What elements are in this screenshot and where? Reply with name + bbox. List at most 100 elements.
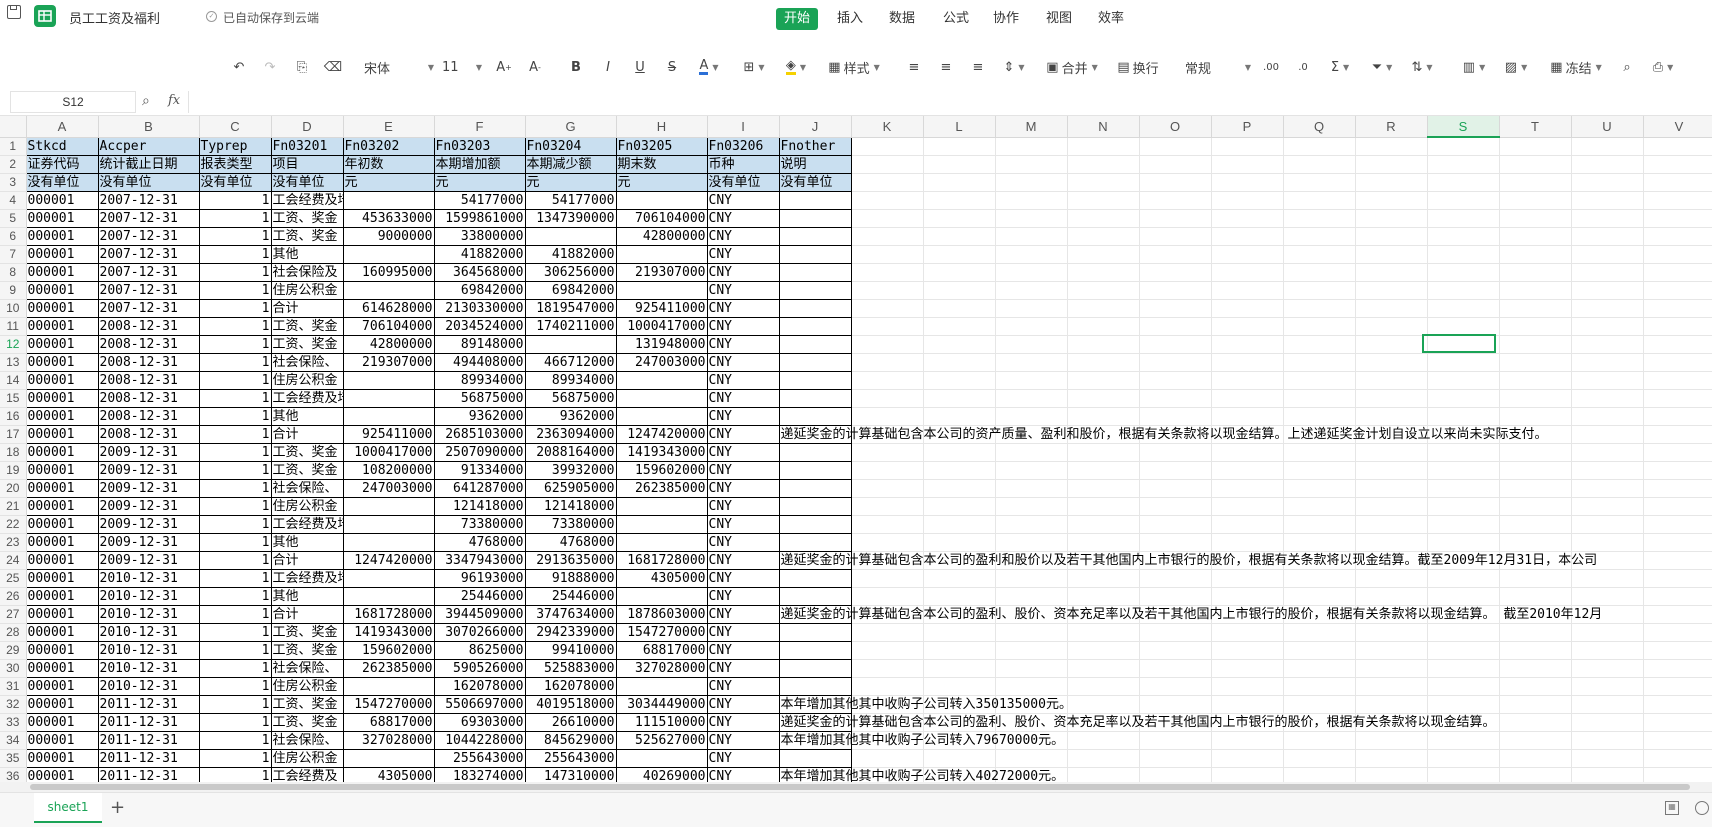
cell[interactable] — [1427, 479, 1500, 498]
cell[interactable]: Fnother — [778, 136, 852, 156]
row-header[interactable]: 16 — [0, 407, 27, 426]
cell[interactable] — [1067, 749, 1140, 768]
column-header[interactable]: R — [1355, 116, 1428, 138]
cell[interactable]: 1599861000 — [433, 208, 526, 228]
cell[interactable] — [1571, 659, 1644, 678]
cell[interactable]: 73380000 — [524, 514, 617, 534]
cell[interactable] — [1571, 191, 1644, 210]
cell[interactable] — [1427, 209, 1500, 228]
cell[interactable]: 工资、奖金 — [270, 694, 344, 714]
cell[interactable] — [1211, 533, 1284, 552]
cell[interactable]: 3070266000 — [433, 622, 526, 642]
cell[interactable] — [615, 280, 708, 300]
cell[interactable] — [1139, 389, 1212, 408]
cell[interactable] — [1139, 299, 1212, 318]
cell[interactable] — [778, 676, 852, 696]
cell[interactable] — [1643, 551, 1712, 570]
cell[interactable] — [1211, 227, 1284, 246]
cell[interactable]: 1000417000 — [342, 442, 435, 462]
cell[interactable] — [524, 226, 617, 246]
cell[interactable]: 162078000 — [524, 676, 617, 696]
cell[interactable] — [1139, 659, 1212, 678]
cell[interactable] — [1283, 209, 1356, 228]
cell[interactable] — [1067, 479, 1140, 498]
decrease-font-icon[interactable]: A- — [524, 48, 546, 86]
cell[interactable] — [1283, 461, 1356, 480]
status-settings-icon[interactable] — [1695, 801, 1709, 815]
cell[interactable] — [1139, 443, 1212, 462]
cell[interactable] — [1211, 281, 1284, 300]
column-header[interactable]: V — [1643, 116, 1712, 138]
cell[interactable] — [1427, 155, 1500, 174]
cell[interactable] — [778, 316, 852, 336]
cell[interactable]: 54177000 — [524, 190, 617, 210]
cell[interactable] — [615, 514, 708, 534]
spreadsheet-grid[interactable]: A B C D E F G H I J K L M N O P Q R S T U V 1 Stkcd Accper Typrep… — [0, 116, 1712, 782]
row-header[interactable]: 4 — [0, 191, 27, 210]
cell[interactable]: 3747634000 — [524, 604, 617, 624]
cell[interactable] — [342, 514, 435, 534]
cell[interactable] — [923, 569, 996, 588]
cell[interactable]: 本期增加额 — [433, 154, 526, 174]
cell[interactable] — [923, 227, 996, 246]
row-header[interactable]: 6 — [0, 227, 27, 246]
cell[interactable]: 121418000 — [433, 496, 526, 516]
cell[interactable] — [1283, 695, 1356, 714]
cell[interactable] — [995, 281, 1068, 300]
cell[interactable] — [1427, 245, 1500, 264]
cell[interactable] — [1427, 263, 1500, 282]
cell[interactable] — [615, 406, 708, 426]
cell[interactable]: 递延奖金的计算基础包含本公司的盈利和股价以及若干其他国内上市银行的股价，根据有关… — [778, 550, 1597, 570]
cell[interactable]: 年初数 — [342, 154, 435, 174]
cell[interactable] — [923, 749, 996, 768]
cell-table[interactable]: A B C D E F G H I J K L M N O P Q R S T U V 1 Stkcd Accper Typrep… — [0, 116, 1712, 782]
cell[interactable] — [851, 245, 924, 264]
cell[interactable] — [1283, 497, 1356, 516]
cell[interactable] — [1067, 641, 1140, 660]
cell[interactable] — [1283, 677, 1356, 696]
cell[interactable]: 000001 — [25, 694, 99, 714]
cell[interactable] — [1211, 731, 1284, 750]
cell[interactable] — [1571, 497, 1644, 516]
cell[interactable] — [1283, 623, 1356, 642]
cell[interactable] — [1499, 479, 1572, 498]
cell[interactable] — [1643, 533, 1712, 552]
column-header[interactable]: A — [26, 116, 99, 138]
cell[interactable]: 9362000 — [524, 406, 617, 426]
cell[interactable] — [615, 388, 708, 408]
cell[interactable] — [1355, 389, 1428, 408]
cell[interactable]: 工资、奖金 — [270, 640, 344, 660]
cell[interactable]: 1 — [198, 334, 272, 354]
cell[interactable] — [1643, 587, 1712, 606]
cell[interactable] — [1643, 677, 1712, 696]
cell[interactable] — [1211, 497, 1284, 516]
cell[interactable]: 币种 — [706, 154, 780, 174]
cell[interactable] — [1067, 263, 1140, 282]
cell[interactable] — [1427, 695, 1500, 714]
cell[interactable] — [1571, 515, 1644, 534]
cell[interactable] — [1211, 623, 1284, 642]
cell[interactable]: 160995000 — [342, 262, 435, 282]
cell[interactable]: CNY — [706, 370, 780, 390]
cell[interactable] — [342, 190, 435, 210]
cell[interactable] — [1427, 407, 1500, 426]
search-icon[interactable]: ⌕ — [1616, 48, 1638, 86]
column-header[interactable]: T — [1499, 116, 1572, 138]
cell[interactable] — [1139, 497, 1212, 516]
cell[interactable]: 1000417000 — [615, 316, 708, 336]
cell[interactable]: CNY — [706, 748, 780, 768]
cell[interactable]: 1 — [198, 460, 272, 480]
cell[interactable]: 社会保险、 — [270, 478, 344, 498]
column-header[interactable]: O — [1139, 116, 1212, 138]
cell[interactable] — [1427, 623, 1500, 642]
cell[interactable]: 99410000 — [524, 640, 617, 660]
cell[interactable] — [851, 191, 924, 210]
cell[interactable] — [1499, 389, 1572, 408]
cell[interactable]: 1 — [198, 424, 272, 444]
cell[interactable]: 1878603000 — [615, 604, 708, 624]
cell[interactable] — [1355, 569, 1428, 588]
cell[interactable]: 2008-12-31 — [97, 406, 200, 426]
cell[interactable] — [1643, 353, 1712, 372]
cell[interactable] — [1499, 587, 1572, 606]
cell[interactable]: CNY — [706, 532, 780, 552]
